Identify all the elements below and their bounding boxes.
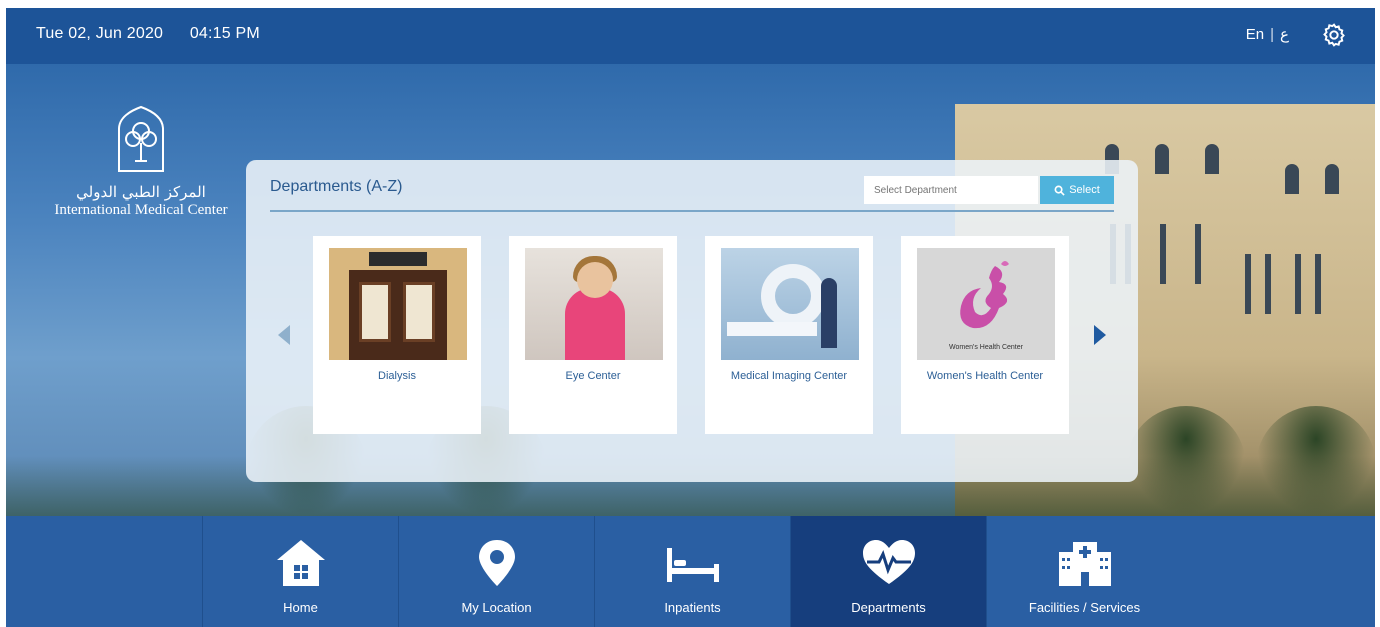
chevron-right-icon[interactable] — [1092, 323, 1108, 347]
department-card-eye-center[interactable]: Eye Center — [509, 236, 677, 434]
chevron-left-icon[interactable] — [276, 323, 292, 347]
department-label: Eye Center — [565, 370, 621, 382]
time-text: 04:15 PM — [189, 25, 260, 42]
department-label: Dialysis — [378, 370, 416, 382]
nav-label: My Location — [461, 600, 532, 615]
womens-health-image: Women's Health Center — [917, 248, 1055, 360]
logo-arabic-name: المركز الطبي الدولي — [76, 183, 206, 201]
language-switch: En | ع — [1246, 25, 1289, 43]
dialysis-image — [329, 248, 467, 360]
location-pin-icon — [478, 540, 515, 586]
nav-home[interactable]: Home — [202, 516, 398, 627]
panel-title: Departments (A-Z) — [270, 178, 403, 195]
department-card-womens-health[interactable]: Women's Health Center Women's Health Cen… — [901, 236, 1069, 434]
bottom-navigation: Home My Location Inpatients Departments … — [6, 516, 1375, 627]
department-select-input[interactable] — [864, 176, 1038, 204]
nav-label: Inpatients — [664, 600, 721, 615]
departments-panel: Departments (A-Z) Select Dialysis — [246, 160, 1138, 482]
kiosk-screen: Tue 02, Jun 2020 04:15 PM En | ع المركز … — [6, 8, 1375, 627]
department-card-dialysis[interactable]: Dialysis — [313, 236, 481, 434]
search-icon — [1054, 185, 1065, 196]
home-icon — [276, 540, 325, 586]
thumb-caption: Women's Health Center — [949, 344, 1023, 351]
select-button[interactable]: Select — [1040, 176, 1114, 204]
nav-label: Facilities / Services — [1028, 600, 1141, 615]
top-bar: Tue 02, Jun 2020 04:15 PM En | ع — [6, 8, 1375, 64]
lang-en-link[interactable]: En — [1246, 26, 1264, 43]
department-card-medical-imaging[interactable]: Medical Imaging Center — [705, 236, 873, 434]
logo-emblem-icon — [118, 105, 164, 172]
lang-ar-link[interactable]: ع — [1280, 26, 1289, 43]
nav-inpatients[interactable]: Inpatients — [594, 516, 790, 627]
lang-separator: | — [1270, 26, 1275, 43]
bed-icon — [666, 548, 719, 582]
nav-departments[interactable]: Departments — [790, 516, 986, 627]
nav-facilities-services[interactable]: Facilities / Services — [986, 516, 1182, 627]
date-text: Tue 02, Jun 2020 — [36, 25, 164, 42]
nav-label: Departments — [851, 600, 926, 615]
datetime: Tue 02, Jun 2020 04:15 PM — [36, 25, 282, 43]
logo-english-name: International Medical Center — [54, 202, 228, 218]
panel-divider — [270, 210, 1114, 212]
womens-health-logo-icon — [960, 261, 1009, 329]
gear-icon[interactable] — [1321, 22, 1347, 48]
hospital-icon — [1058, 542, 1111, 586]
department-label: Medical Imaging Center — [730, 370, 848, 382]
heart-pulse-icon — [862, 540, 915, 584]
department-label: Women's Health Center — [926, 370, 1044, 382]
medical-imaging-image — [721, 248, 859, 360]
hospital-logo: المركز الطبي الدولي International Medica… — [46, 103, 236, 219]
nav-my-location[interactable]: My Location — [398, 516, 594, 627]
eye-center-image — [525, 248, 663, 360]
select-button-label: Select — [1069, 184, 1100, 196]
nav-label: Home — [283, 600, 318, 615]
